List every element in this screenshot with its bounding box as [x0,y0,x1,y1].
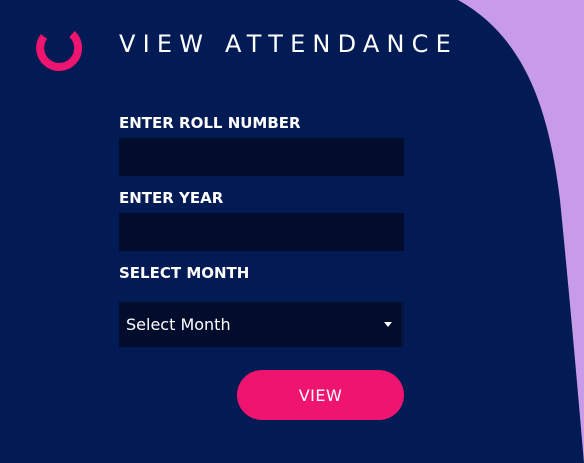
month-label: SELECT MONTH [119,264,250,282]
year-input[interactable] [119,213,404,251]
loading-ring-icon [36,31,83,71]
roll-number-input[interactable] [119,138,404,176]
view-button[interactable]: VIEW [237,370,404,420]
caret-down-icon [384,322,392,327]
view-attendance-page: VIEW ATTENDANCE ENTER ROLL NUMBER ENTER … [0,0,584,463]
month-select-value: Select Month [126,315,231,334]
month-select[interactable]: Select Month [119,302,404,347]
roll-number-label: ENTER ROLL NUMBER [119,114,301,132]
year-label: ENTER YEAR [119,189,224,207]
page-title: VIEW ATTENDANCE [119,30,458,58]
